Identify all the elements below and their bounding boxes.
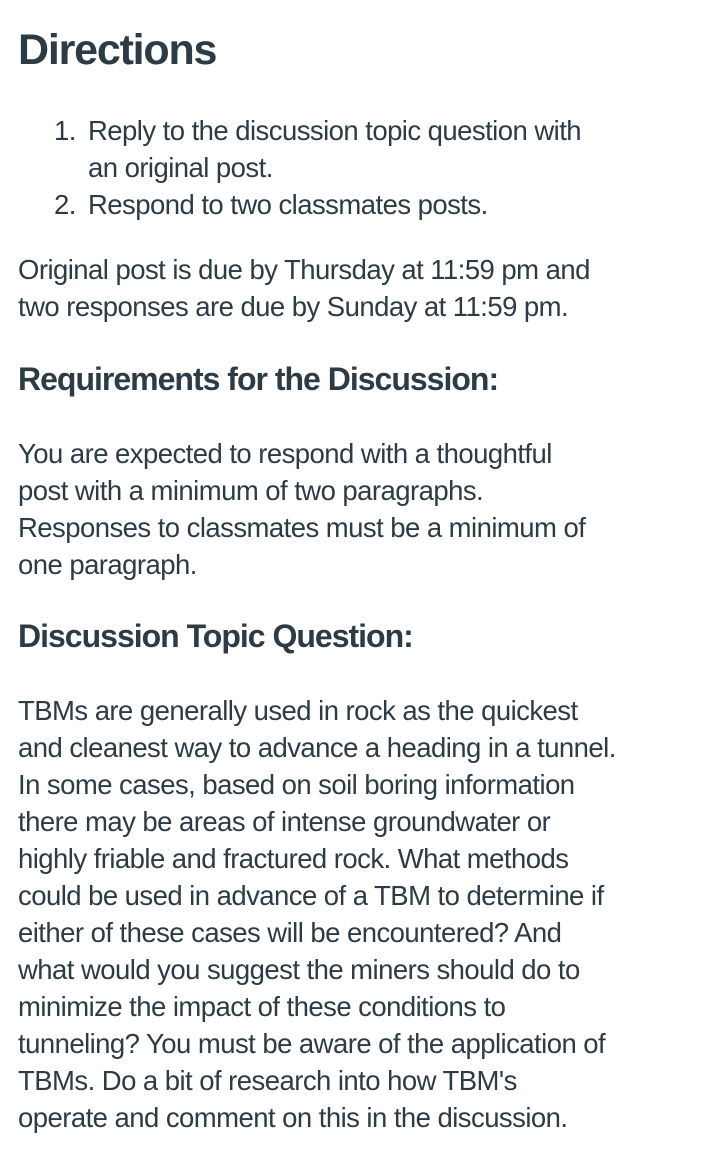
paragraph-line: operate and comment on this in the discu… [18,1102,568,1133]
due-dates-paragraph: Original post is due by Thursday at 11:5… [18,251,590,325]
paragraph-line: there may be areas of intense groundwate… [18,806,551,837]
paragraph-line: TBMs. Do a bit of research into how TBM'… [18,1065,517,1096]
paragraph-line: Responses to classmates must be a minimu… [18,512,586,543]
paragraph-line: In some cases, based on soil boring info… [18,769,575,800]
paragraph-line: two responses are due by Sunday at 11:59… [18,291,569,322]
step-number: 1. [54,115,76,146]
paragraph-line: post with a minimum of two paragraphs. [18,475,484,506]
step-text-line: Reply to the discussion topic question w… [88,115,582,146]
topic-question-paragraph: TBMs are generally used in rock as the q… [18,692,616,1136]
paragraph-line: highly friable and fractured rock. What … [18,843,569,874]
requirements-paragraph: You are expected to respond with a thoug… [18,435,586,583]
step-number: 2. [54,189,76,220]
directions-list: 1. Reply to the discussion topic questio… [18,112,582,223]
directions-step: 2. Respond to two classmates posts. [18,186,581,223]
topic-question-heading: Discussion Topic Question: [18,618,414,654]
paragraph-line: TBMs are generally used in rock as the q… [18,695,578,726]
paragraph-line: tunneling? You must be aware of the appl… [18,1028,606,1059]
paragraph-line: could be used in advance of a TBM to det… [18,880,604,911]
paragraph-line: Original post is due by Thursday at 11:5… [18,254,590,285]
paragraph-line: one paragraph. [18,549,197,580]
step-text-line: an original post. [88,152,273,183]
directions-step: 1. Reply to the discussion topic questio… [18,112,582,186]
step-text-line: Respond to two classmates posts. [88,189,488,220]
paragraph-line: You are expected to respond with a thoug… [18,438,552,469]
paragraph-line: what would you suggest the miners should… [18,954,580,985]
paragraph-line: minimize the impact of these conditions … [18,991,506,1022]
requirements-heading: Requirements for the Discussion: [18,361,499,397]
directions-heading: Directions [18,26,217,74]
paragraph-line: either of these cases will be encountere… [18,917,562,948]
paragraph-line: and cleanest way to advance a heading in… [18,732,616,763]
